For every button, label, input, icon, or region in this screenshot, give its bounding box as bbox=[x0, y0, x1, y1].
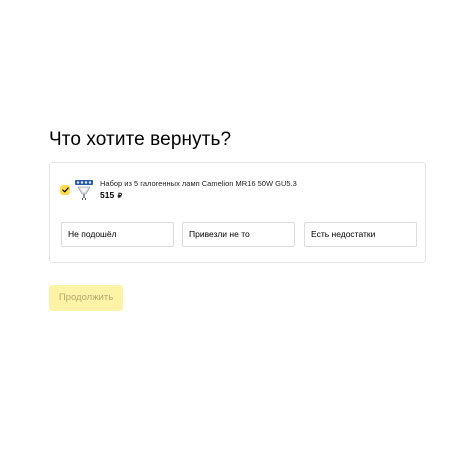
lamp-pack-icon bbox=[74, 179, 94, 201]
return-page: Что хотите вернуть? Набор из 5 галогенны… bbox=[0, 0, 474, 474]
reason-not-suitable-button[interactable]: Не подошёл bbox=[61, 222, 174, 247]
item-checkbox[interactable] bbox=[60, 185, 70, 195]
price-currency: ₽ bbox=[117, 193, 123, 200]
product-name[interactable]: Набор из 5 галогенных ламп Camelion MR16… bbox=[100, 179, 297, 188]
reason-defects-button[interactable]: Есть недостатки bbox=[304, 222, 417, 247]
continue-button[interactable]: Продолжить bbox=[49, 285, 123, 311]
check-icon bbox=[61, 187, 69, 193]
reason-wrong-item-button[interactable]: Привезли не то bbox=[182, 222, 295, 247]
return-item-card: Набор из 5 галогенных ламп Camelion MR16… bbox=[49, 162, 426, 263]
page-title: Что хотите вернуть? bbox=[49, 129, 232, 150]
product-price: 515 ₽ bbox=[100, 190, 122, 200]
price-value: 515 bbox=[100, 190, 115, 200]
